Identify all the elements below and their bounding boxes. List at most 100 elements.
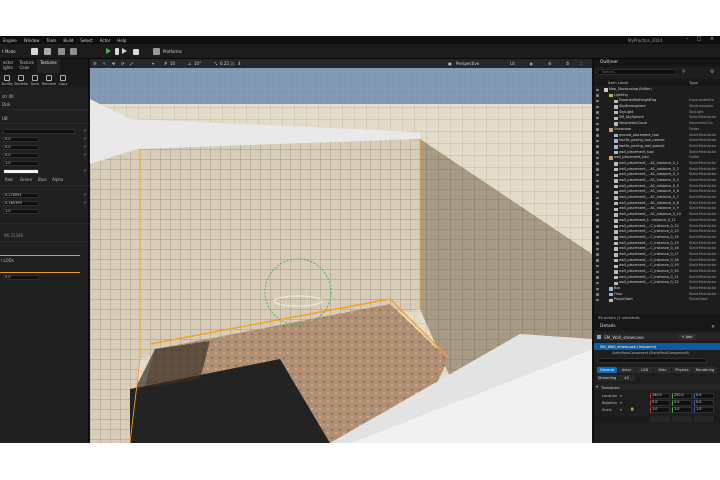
visibility-icon[interactable] [596, 207, 599, 211]
settings-icon[interactable]: ⚙ [548, 61, 552, 67]
visibility-icon[interactable] [596, 298, 599, 302]
play-options-icon[interactable] [115, 48, 119, 55]
angle-snap-value[interactable]: 10° [194, 61, 201, 67]
add-actor-icon[interactable] [44, 48, 51, 55]
close-icon[interactable]: × [709, 37, 715, 42]
visibility-icon[interactable] [596, 213, 599, 217]
camera-speed-icon[interactable]: 🎥 [230, 61, 235, 67]
play-icon[interactable] [106, 48, 111, 54]
visibility-icon[interactable] [596, 230, 599, 234]
tab-texture-color[interactable]: Texture Color [16, 59, 37, 73]
menu-item-tools[interactable]: Tools [47, 38, 57, 43]
color-swatch[interactable] [3, 169, 39, 174]
tab-selector-lights[interactable]: ector ights [0, 59, 16, 73]
rotate-icon[interactable]: ⟳ [121, 61, 124, 67]
reset-icon[interactable]: ↺ [83, 169, 87, 173]
visibility-icon[interactable] [596, 162, 599, 165]
visibility-icon[interactable] [596, 111, 599, 114]
realtime-icon[interactable]: ⏱ [566, 61, 569, 67]
filter-tab-lod[interactable]: LOD [636, 367, 653, 373]
stop-icon[interactable] [133, 48, 139, 55]
scene-render[interactable] [90, 59, 592, 443]
visibility-icon[interactable] [596, 145, 599, 148]
lock-icon[interactable]: 🔒 [630, 407, 634, 411]
visibility-icon[interactable] [596, 134, 599, 137]
visibility-icon[interactable] [596, 190, 599, 194]
visibility-icon[interactable] [596, 196, 599, 200]
filter-tab-actor[interactable]: Actor [618, 367, 635, 373]
chevron-down-icon[interactable]: ▾ [620, 401, 622, 405]
rotation-x-field[interactable]: 0.0 [650, 400, 670, 406]
reset-icon[interactable]: ↺ [83, 153, 87, 157]
location-label[interactable]: Location [602, 394, 617, 398]
actor-name[interactable]: SM_Wall_showcase [604, 335, 644, 340]
visibility-icon[interactable] [596, 116, 599, 120]
lit-button[interactable]: Lit [510, 61, 515, 67]
visibility-icon[interactable] [596, 293, 599, 296]
scale-z-field[interactable]: 1.0 [694, 407, 714, 413]
transform-section[interactable]: ▾ Transform [594, 384, 720, 390]
visibility-icon[interactable] [596, 242, 599, 245]
left-row-label[interactable]: UB [2, 116, 8, 121]
scale-x-field[interactable]: 1.0 [650, 407, 670, 413]
filter-tab-physics[interactable]: Physics [672, 367, 692, 373]
select-mode-icon[interactable]: ↖ [103, 61, 106, 67]
menu-item-select[interactable]: Select [80, 38, 92, 43]
filter-tab-misc[interactable]: Misc [654, 367, 671, 373]
mobility-static[interactable] [650, 416, 670, 422]
show-flags-icon[interactable]: ◐ [530, 61, 534, 67]
menu-item-engine[interactable]: Engine [3, 38, 17, 43]
visibility-icon[interactable] [596, 270, 599, 273]
visibility-icon[interactable] [596, 168, 599, 171]
tool-save[interactable]: Save [28, 73, 42, 87]
next-frame-icon[interactable] [122, 48, 127, 54]
visibility-icon[interactable] [596, 179, 599, 182]
sequencer-icon[interactable] [70, 48, 77, 55]
visibility-icon[interactable] [596, 151, 599, 154]
filter-tab-streaming[interactable]: Streaming [597, 375, 617, 381]
visibility-icon[interactable] [596, 202, 599, 205]
outliner-settings-icon[interactable]: ⚙ [710, 69, 714, 75]
value-field[interactable]: 1.0 [3, 209, 39, 214]
details-search-input[interactable] [597, 358, 707, 363]
reset-icon[interactable]: ↺ [83, 201, 87, 205]
blue-field[interactable]: 0.0 [3, 153, 39, 158]
mobility-stationary[interactable] [672, 416, 692, 422]
visibility-icon[interactable] [596, 259, 599, 262]
add-component-button[interactable]: + Add [678, 334, 696, 340]
value-field[interactable]: 0.165399 [3, 201, 39, 206]
camera-speed-value[interactable]: 4 [238, 61, 241, 67]
visibility-icon[interactable] [596, 236, 599, 239]
save-icon[interactable] [31, 48, 38, 55]
reset-icon[interactable]: ↺ [83, 193, 87, 197]
platforms-icon[interactable] [153, 48, 160, 55]
surface-snap-icon[interactable]: ⌖ [152, 61, 154, 67]
tool-tacility[interactable]: Tacility [0, 73, 14, 87]
platforms-button[interactable]: Platforms [163, 48, 182, 55]
perspective-button[interactable]: Perspective [456, 61, 479, 67]
level-viewport[interactable]: ☰ ↖ ✥ ⟳ ⤢ ⌖ # 10 ∠ 10° ⤡ 0.25 🎥 4 ▣ Pers… [90, 59, 592, 443]
blueprint-icon[interactable] [58, 48, 65, 55]
menu-item-build[interactable]: Build [63, 38, 73, 43]
filter-tab-all[interactable]: All [618, 375, 635, 381]
filter-tab-rendering[interactable]: Rendering [693, 367, 717, 373]
rotation-z-field[interactable]: 0.0 [694, 400, 714, 406]
rotation-label[interactable]: Rotation [602, 401, 617, 405]
chevron-down-icon[interactable]: ▾ [620, 394, 622, 398]
chevron-down-icon[interactable]: ▾ [620, 408, 622, 412]
channel-red-label[interactable]: Red [5, 177, 13, 182]
perspective-icon[interactable]: ▣ [448, 61, 452, 67]
mobility-movable[interactable] [694, 416, 714, 422]
details-close-icon[interactable]: × [711, 324, 715, 330]
filter-tab-general[interactable]: General [597, 367, 617, 373]
rotation-y-field[interactable]: 0.0 [672, 400, 692, 406]
reset-icon[interactable]: ↺ [83, 145, 87, 149]
visibility-icon[interactable] [596, 105, 599, 109]
alpha-field[interactable]: 1.0 [3, 161, 39, 166]
component-row-selected[interactable]: SM_Wall_showcase (Instance) [594, 343, 720, 350]
component-sub-row[interactable]: StaticMeshComponent (StaticMeshComponent… [594, 351, 720, 356]
menu-item-help[interactable]: Help [117, 38, 126, 43]
visibility-icon[interactable] [596, 156, 599, 160]
visibility-icon[interactable] [596, 219, 599, 222]
tab-textures[interactable]: Textures [36, 59, 60, 73]
